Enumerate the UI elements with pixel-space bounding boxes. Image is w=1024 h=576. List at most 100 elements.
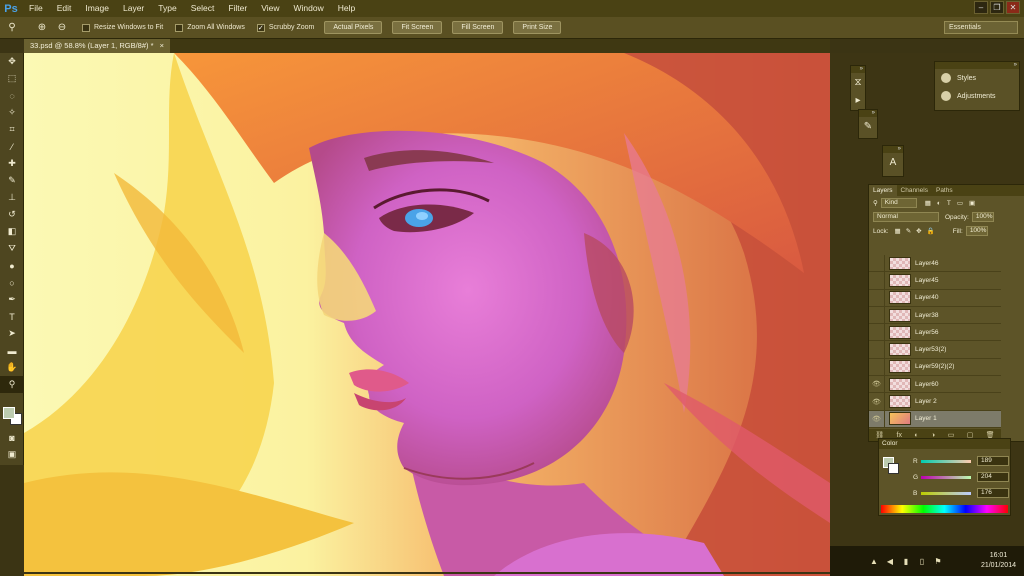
volume-icon[interactable]: ◀ (884, 555, 896, 567)
brush-tool-icon[interactable]: ✎ (0, 172, 24, 189)
menu-edit[interactable]: Edit (50, 0, 79, 17)
tab-layers[interactable]: Layers (869, 185, 897, 196)
menu-view[interactable]: View (254, 0, 286, 17)
show-hidden-icons-icon[interactable]: ▲ (868, 555, 880, 567)
character-icon[interactable]: A (883, 153, 903, 171)
styles-item[interactable]: Styles (935, 69, 1019, 87)
visibility-eye-icon[interactable]: 👁 (869, 410, 885, 427)
battery-icon[interactable]: ▯ (916, 555, 928, 567)
layer-row[interactable]: Layer56 (869, 324, 1001, 342)
checkbox-box[interactable] (82, 23, 90, 32)
option-checkbox-0[interactable]: Resize Windows to Fit (82, 23, 163, 32)
menu-window[interactable]: Window (286, 0, 330, 17)
pen-tool-icon[interactable]: ✒ (0, 291, 24, 308)
close-tab-icon[interactable]: × (160, 41, 164, 50)
visibility-eye-icon[interactable] (869, 306, 885, 324)
move-tool-icon[interactable]: ✥ (0, 53, 24, 70)
filter-type-icon[interactable]: T (947, 200, 951, 207)
channel-value-input[interactable]: 189 (977, 456, 1009, 466)
channel-value-input[interactable]: 176 (977, 488, 1009, 498)
action-center-icon[interactable]: ⚑ (932, 555, 944, 567)
filter-pixel-icon[interactable]: ▦ (925, 199, 931, 207)
filter-adjustment-icon[interactable]: ◐ (937, 200, 941, 207)
clone-stamp-tool-icon[interactable]: ⊥ (0, 189, 24, 206)
history-icon[interactable]: ⧖ (851, 73, 865, 91)
network-icon[interactable]: ▮ (900, 555, 912, 567)
fill-screen-button[interactable]: Fill Screen (452, 21, 504, 34)
menu-filter[interactable]: Filter (221, 0, 254, 17)
channel-slider[interactable] (921, 475, 971, 479)
collapse-icon[interactable]: » (851, 66, 865, 73)
color-swatches[interactable] (3, 405, 23, 427)
layer-row[interactable]: Layer45 (869, 272, 1001, 290)
lock-all-icon[interactable]: 🔒 (927, 227, 935, 235)
menu-image[interactable]: Image (78, 0, 116, 17)
crop-tool-icon[interactable]: ⌗ (0, 121, 24, 138)
menu-help[interactable]: Help (331, 0, 362, 17)
zoom-tool-preset-icon[interactable]: ⚲ (4, 20, 20, 36)
hand-tool-icon[interactable]: ✋ (0, 359, 24, 376)
layer-row[interactable]: 👁 Layer 2 (869, 393, 1001, 411)
eyedropper-tool-icon[interactable]: ⁄ (0, 138, 24, 155)
visibility-eye-icon[interactable] (869, 341, 885, 358)
lock-transparent-icon[interactable]: ▦ (895, 227, 901, 235)
shape-tool-icon[interactable]: ▬ (0, 342, 24, 359)
visibility-eye-icon[interactable]: 👁 (869, 376, 885, 393)
color-background-swatch[interactable] (888, 463, 899, 474)
visibility-eye-icon[interactable] (869, 289, 885, 306)
type-tool-icon[interactable]: T (0, 308, 24, 325)
option-checkbox-2[interactable]: ✓ Scrubby Zoom (256, 23, 314, 32)
close-button[interactable]: ✕ (1006, 1, 1020, 14)
marquee-tool-icon[interactable]: ⬚ (0, 70, 24, 87)
layer-row[interactable]: 👁 Layer 1 (869, 410, 1001, 428)
screen-mode-icon[interactable]: ▣ (0, 446, 24, 463)
layer-row[interactable]: Layer40 (869, 289, 1001, 307)
menu-layer[interactable]: Layer (116, 0, 151, 17)
visibility-eye-icon[interactable]: 👁 (869, 393, 885, 410)
blend-mode-select[interactable]: Normal (873, 212, 939, 222)
visibility-eye-icon[interactable] (869, 272, 885, 289)
color-spectrum-ramp[interactable] (881, 505, 1008, 513)
visibility-eye-icon[interactable] (869, 324, 885, 341)
blur-tool-icon[interactable]: ● (0, 257, 24, 274)
workspace-select[interactable]: Essentials (944, 21, 1018, 34)
restore-button[interactable]: ❐ (990, 1, 1004, 14)
collapse-icon[interactable]: » (935, 62, 1019, 69)
brush-presets-icon[interactable]: ✎ (859, 117, 877, 135)
channel-slider[interactable] (921, 491, 971, 495)
path-select-tool-icon[interactable]: ➤ (0, 325, 24, 342)
filter-shape-icon[interactable]: ▭ (957, 199, 963, 207)
checkbox-box[interactable] (175, 23, 184, 32)
lock-position-icon[interactable]: ✥ (916, 227, 921, 235)
healing-tool-icon[interactable]: ✚ (0, 155, 24, 172)
minimize-button[interactable]: – (974, 1, 988, 14)
document-canvas[interactable] (24, 53, 830, 576)
channel-value-input[interactable]: 204 (977, 472, 1009, 482)
layer-row[interactable]: 👁 Layer60 (869, 376, 1001, 394)
layer-row[interactable]: Layer38 (869, 306, 1001, 325)
visibility-eye-icon[interactable] (869, 255, 885, 272)
zoom-tool-icon[interactable]: ⚲ (0, 376, 24, 393)
eraser-tool-icon[interactable]: ◧ (0, 223, 24, 240)
opacity-input[interactable]: 100% (971, 212, 994, 222)
actions-icon[interactable]: ▸ (851, 91, 865, 109)
filter-smart-object-icon[interactable]: ▣ (969, 199, 975, 207)
option-checkbox-1[interactable]: Zoom All Windows (175, 23, 245, 32)
visibility-eye-icon[interactable] (869, 358, 885, 376)
channel-slider[interactable] (921, 459, 971, 463)
menu-file[interactable]: File (22, 0, 50, 17)
menu-select[interactable]: Select (184, 0, 222, 17)
checkbox-box[interactable]: ✓ (256, 23, 265, 32)
filter-kind-select[interactable]: Kind (880, 198, 917, 208)
document-tab[interactable]: 33.psd @ 58.8% (Layer 1, RGB/8#) * × (24, 39, 170, 53)
layer-row[interactable]: Layer53(2) (869, 341, 1001, 359)
foreground-color-swatch[interactable] (3, 407, 15, 419)
print-size-button[interactable]: Print Size (513, 21, 562, 34)
tab-paths[interactable]: Paths (932, 185, 957, 196)
layer-row[interactable]: Layer59(2)(2) (869, 358, 1001, 377)
collapse-icon[interactable]: » (883, 146, 903, 153)
lock-image-icon[interactable]: ✎ (906, 227, 911, 235)
zoom-out-icon[interactable]: ⊖ (54, 20, 70, 36)
quick-select-tool-icon[interactable]: ✧ (0, 104, 24, 121)
zoom-in-icon[interactable]: ⊕ (34, 20, 50, 36)
